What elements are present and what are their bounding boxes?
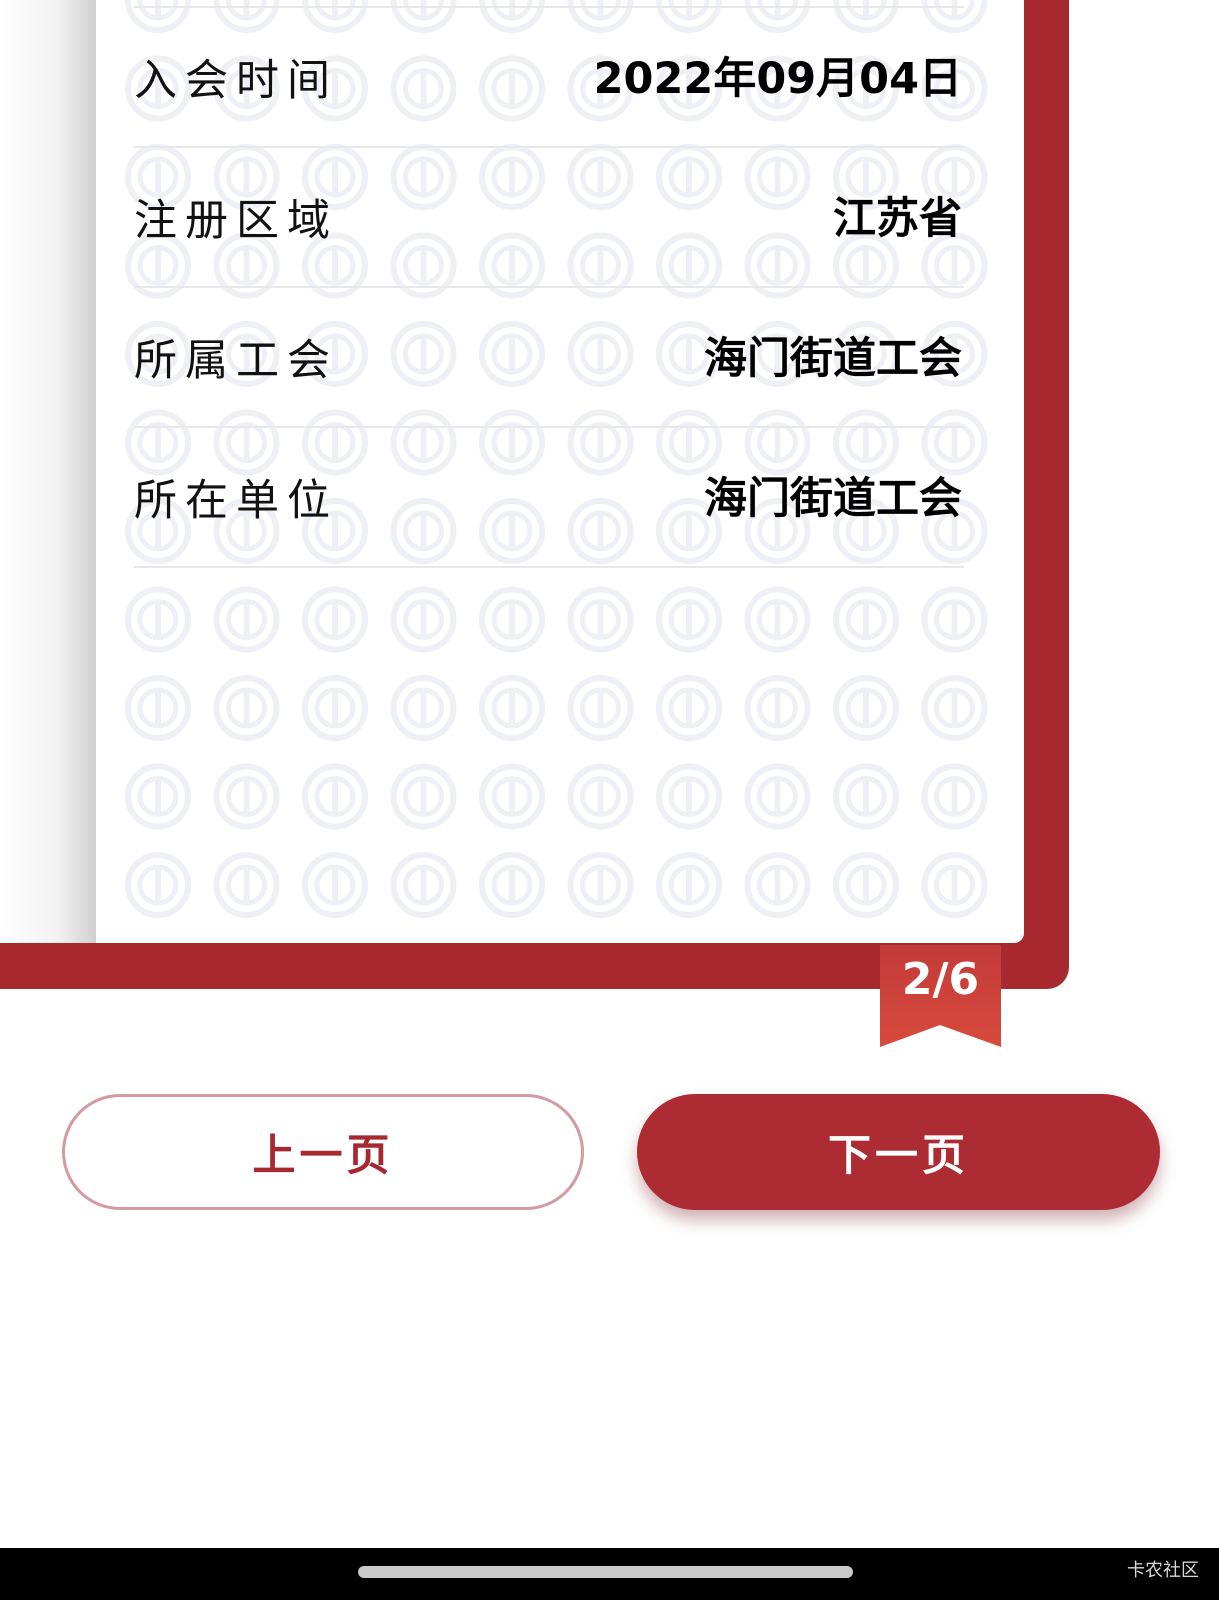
union-logo-mark (659, 855, 719, 915)
union-logo-mark (571, 590, 631, 650)
union-logo-mark (836, 767, 896, 827)
union-logo-mark (394, 590, 454, 650)
join-date-label: 入会时间 (134, 56, 338, 106)
join-date-value: 2022年09月04日 (593, 54, 962, 104)
union-logo-mark (571, 767, 631, 827)
union-logo-mark (394, 678, 454, 738)
union-logo-mark (659, 590, 719, 650)
union-logo-mark (394, 767, 454, 827)
next-page-button[interactable]: 下一页 (637, 1094, 1160, 1210)
region-value: 江苏省 (833, 194, 962, 244)
union-logo-mark (925, 590, 985, 650)
union-logo-mark (128, 678, 188, 738)
union-logo-mark (482, 855, 542, 915)
union-logo-mark (836, 855, 896, 915)
union-value: 海门街道工会 (704, 334, 962, 384)
home-indicator[interactable] (358, 1566, 853, 1578)
union-logo-mark (305, 855, 365, 915)
next-page-label: 下一页 (828, 1131, 969, 1181)
prev-page-label: 上一页 (252, 1131, 394, 1181)
page-indicator: 2/6 (901, 954, 980, 1005)
union-logo-mark (305, 767, 365, 827)
employer-value: 海门街道工会 (704, 474, 962, 524)
union-logo-mark (217, 767, 277, 827)
union-logo-mark (217, 590, 277, 650)
union-logo-mark (394, 855, 454, 915)
row-union: 所属工会 海门街道工会 (134, 286, 964, 428)
union-logo-mark (482, 678, 542, 738)
union-logo-mark (925, 678, 985, 738)
union-logo-mark (925, 767, 985, 827)
row-employer: 所在单位 海门街道工会 (134, 426, 964, 568)
employer-label: 所在单位 (134, 476, 338, 526)
member-info-card: 入会时间 2022年09月04日 注册区域 江苏省 所属工会 海门街道工会 所在… (96, 0, 1024, 943)
union-logo-mark (305, 590, 365, 650)
union-logo-mark (836, 590, 896, 650)
row-join-date: 入会时间 2022年09月04日 (134, 6, 964, 148)
card-edge-shadow (0, 0, 96, 943)
union-logo-mark (571, 678, 631, 738)
union-logo-mark (482, 767, 542, 827)
union-logo-mark (748, 678, 808, 738)
union-logo-mark (128, 855, 188, 915)
union-logo-mark (217, 855, 277, 915)
union-logo-mark (128, 767, 188, 827)
union-logo-mark (571, 855, 631, 915)
union-logo-mark (659, 767, 719, 827)
prev-page-button[interactable]: 上一页 (62, 1094, 584, 1210)
watermark-text: 卡农社区 (1127, 1560, 1199, 1581)
union-logo-mark (748, 590, 808, 650)
union-logo-mark (748, 767, 808, 827)
union-logo-mark (128, 590, 188, 650)
union-logo-mark (836, 678, 896, 738)
union-logo-mark (925, 855, 985, 915)
union-logo-mark (748, 855, 808, 915)
union-logo-mark (659, 678, 719, 738)
union-logo-mark (305, 678, 365, 738)
row-region: 注册区域 江苏省 (134, 146, 964, 288)
union-logo-mark (482, 590, 542, 650)
union-logo-mark (217, 678, 277, 738)
region-label: 注册区域 (134, 196, 338, 246)
union-label: 所属工会 (134, 336, 338, 386)
